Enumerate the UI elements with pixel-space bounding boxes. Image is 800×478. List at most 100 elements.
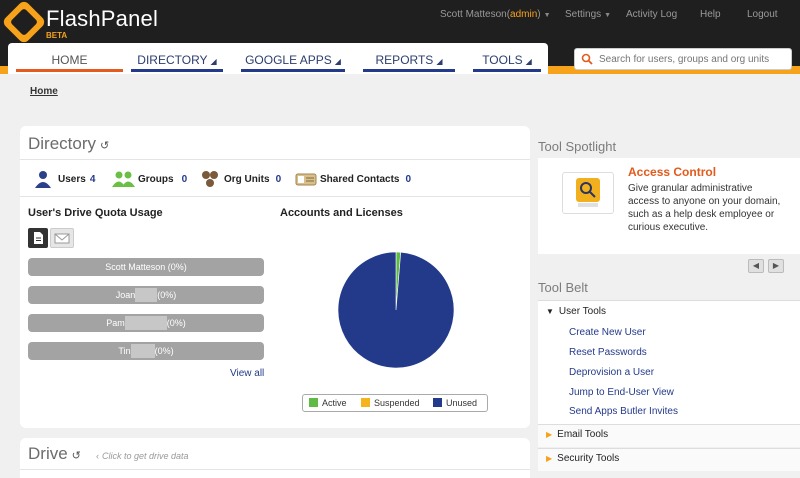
quota-bar[interactable]: Joan (0%): [28, 286, 264, 304]
spotlight-item-title[interactable]: Access Control: [628, 165, 716, 179]
stat-groups[interactable]: Groups 0: [138, 174, 187, 185]
quota-bar[interactable]: Tin (0%): [28, 342, 264, 360]
drive-hint-text: Click to get drive data: [102, 451, 189, 461]
users-icon: [35, 171, 51, 188]
drive-title-text: Drive: [28, 444, 68, 463]
groups-icon: [112, 171, 135, 187]
nav-tab-label: TOOLS: [482, 53, 523, 67]
stat-org-units[interactable]: Org Units 0: [224, 174, 281, 185]
divider: [20, 469, 530, 470]
view-all-link[interactable]: View all: [230, 368, 264, 379]
quota-bar[interactable]: Pam (0%): [28, 314, 264, 332]
stat-label: Users: [58, 174, 86, 185]
tool-spotlight-title: Tool Spotlight: [538, 139, 617, 154]
stat-label: Shared Contacts: [320, 174, 400, 185]
document-icon: [34, 232, 43, 244]
help-link[interactable]: Help: [700, 9, 721, 20]
user-menu[interactable]: Scott Matteson(admin) ▼: [440, 9, 551, 20]
breadcrumb-home[interactable]: Home: [30, 86, 58, 97]
legend-label: Suspended: [374, 398, 420, 408]
redacted-name: [130, 343, 155, 358]
quota-bar-label: Scott Matteson (0%): [105, 262, 187, 272]
legend-swatch: [309, 398, 318, 408]
legend-swatch: [361, 398, 370, 408]
chevron-left-icon: ◀: [752, 261, 760, 270]
next-button[interactable]: ▶: [768, 259, 784, 273]
nav-tab-label: GOOGLE APPS: [245, 53, 332, 67]
activity-log-link[interactable]: Activity Log: [626, 9, 677, 20]
email-view-button[interactable]: [50, 228, 74, 248]
caret-down-icon: ▼: [546, 307, 554, 316]
document-view-button[interactable]: [28, 228, 48, 248]
legend-item[interactable]: Unused: [433, 398, 477, 408]
stat-count: 4: [89, 174, 96, 185]
tool-belt-title: Tool Belt: [538, 280, 588, 295]
refresh-icon[interactable]: ↺: [72, 450, 81, 462]
accounts-pie-chart: [337, 251, 455, 369]
access-control-icon[interactable]: [562, 172, 614, 214]
chevron-right-icon: ▶: [772, 261, 780, 270]
directory-title: Directory ↺: [28, 134, 109, 154]
spotlight-item-desc: Give granular administrative access to a…: [628, 183, 781, 233]
legend-label: Active: [322, 398, 347, 408]
shared-contacts-icon: [295, 173, 317, 186]
drive-title: Drive ↺: [28, 444, 81, 464]
refresh-icon[interactable]: ↺: [100, 140, 109, 152]
directory-title-text: Directory: [28, 134, 97, 153]
nav-tab-google-apps[interactable]: GOOGLE APPS ◢: [241, 43, 345, 72]
quota-bar-percent: (0%): [166, 318, 186, 328]
quota-bar[interactable]: Scott Matteson (0%): [28, 258, 264, 276]
quota-bar-percent: (0%): [154, 346, 174, 356]
legend-item[interactable]: Active: [309, 398, 347, 408]
legend-item[interactable]: Suspended: [361, 398, 420, 408]
nav-tab-directory[interactable]: DIRECTORY ◢: [131, 43, 223, 72]
legend-label: Unused: [446, 398, 478, 408]
stat-label: Org Units: [224, 174, 270, 185]
quota-bar-name: Tin: [118, 346, 131, 356]
search-input[interactable]: [599, 51, 789, 67]
user-tools-label: User Tools: [558, 306, 606, 317]
stat-shared-contacts[interactable]: Shared Contacts 0: [320, 174, 411, 185]
logout-link[interactable]: Logout: [747, 9, 778, 20]
user-role: admin: [510, 9, 538, 20]
quota-bar-name: Pam: [106, 318, 125, 328]
brand-name[interactable]: FlashPanel: [46, 6, 158, 32]
dropdown-triangle-icon: ◢: [436, 57, 443, 66]
user-tools-header[interactable]: ▼ User Tools: [546, 306, 606, 317]
legend-swatch: [433, 398, 442, 408]
pie-legend: Active Suspended Unused: [302, 394, 488, 412]
tool-link-end-user-view[interactable]: Jump to End-User View: [569, 387, 674, 398]
chevron-left-icon: ‹: [96, 451, 99, 461]
tool-link-deprovision[interactable]: Deprovision a User: [569, 367, 654, 378]
security-tools-header[interactable]: ▶ Security Tools: [546, 453, 619, 464]
caret-right-icon: ▶: [546, 454, 553, 463]
divider: [20, 196, 530, 197]
drive-hint[interactable]: ‹ Click to get drive data: [96, 451, 189, 461]
key-icon: [576, 178, 600, 207]
chevron-down-icon: ▼: [604, 12, 612, 19]
settings-menu[interactable]: Settings ▼: [565, 9, 611, 20]
nav-tab-reports[interactable]: REPORTS ◢: [363, 43, 455, 72]
global-search[interactable]: [574, 48, 792, 70]
caret-right-icon: ▶: [546, 430, 553, 439]
stat-count: 0: [405, 174, 412, 185]
quota-bar-percent: (0%): [157, 290, 177, 300]
nav-tab-label: REPORTS: [375, 53, 434, 67]
security-tools-label: Security Tools: [557, 453, 620, 464]
tool-link-reset-passwords[interactable]: Reset Passwords: [569, 347, 647, 358]
beta-badge: BETA: [46, 31, 68, 40]
tool-link-apps-butler[interactable]: Send Apps Butler Invites: [569, 406, 678, 417]
prev-button[interactable]: ◀: [748, 259, 764, 273]
tool-link-create-user[interactable]: Create New User: [569, 327, 646, 338]
search-icon: [581, 53, 593, 65]
settings-label: Settings: [565, 9, 602, 20]
redacted-name: [124, 315, 167, 330]
nav-tab-tools[interactable]: TOOLS ◢: [473, 43, 541, 72]
nav-tab-home[interactable]: HOME: [16, 43, 123, 72]
user-name: Scott Matteson: [440, 9, 507, 20]
dropdown-triangle-icon: ◢: [210, 57, 217, 66]
email-tools-header[interactable]: ▶ Email Tools: [546, 429, 608, 440]
pie-slice-unused[interactable]: [337, 251, 455, 369]
stat-users[interactable]: Users 4: [58, 174, 95, 185]
dropdown-triangle-icon: ◢: [525, 57, 532, 66]
